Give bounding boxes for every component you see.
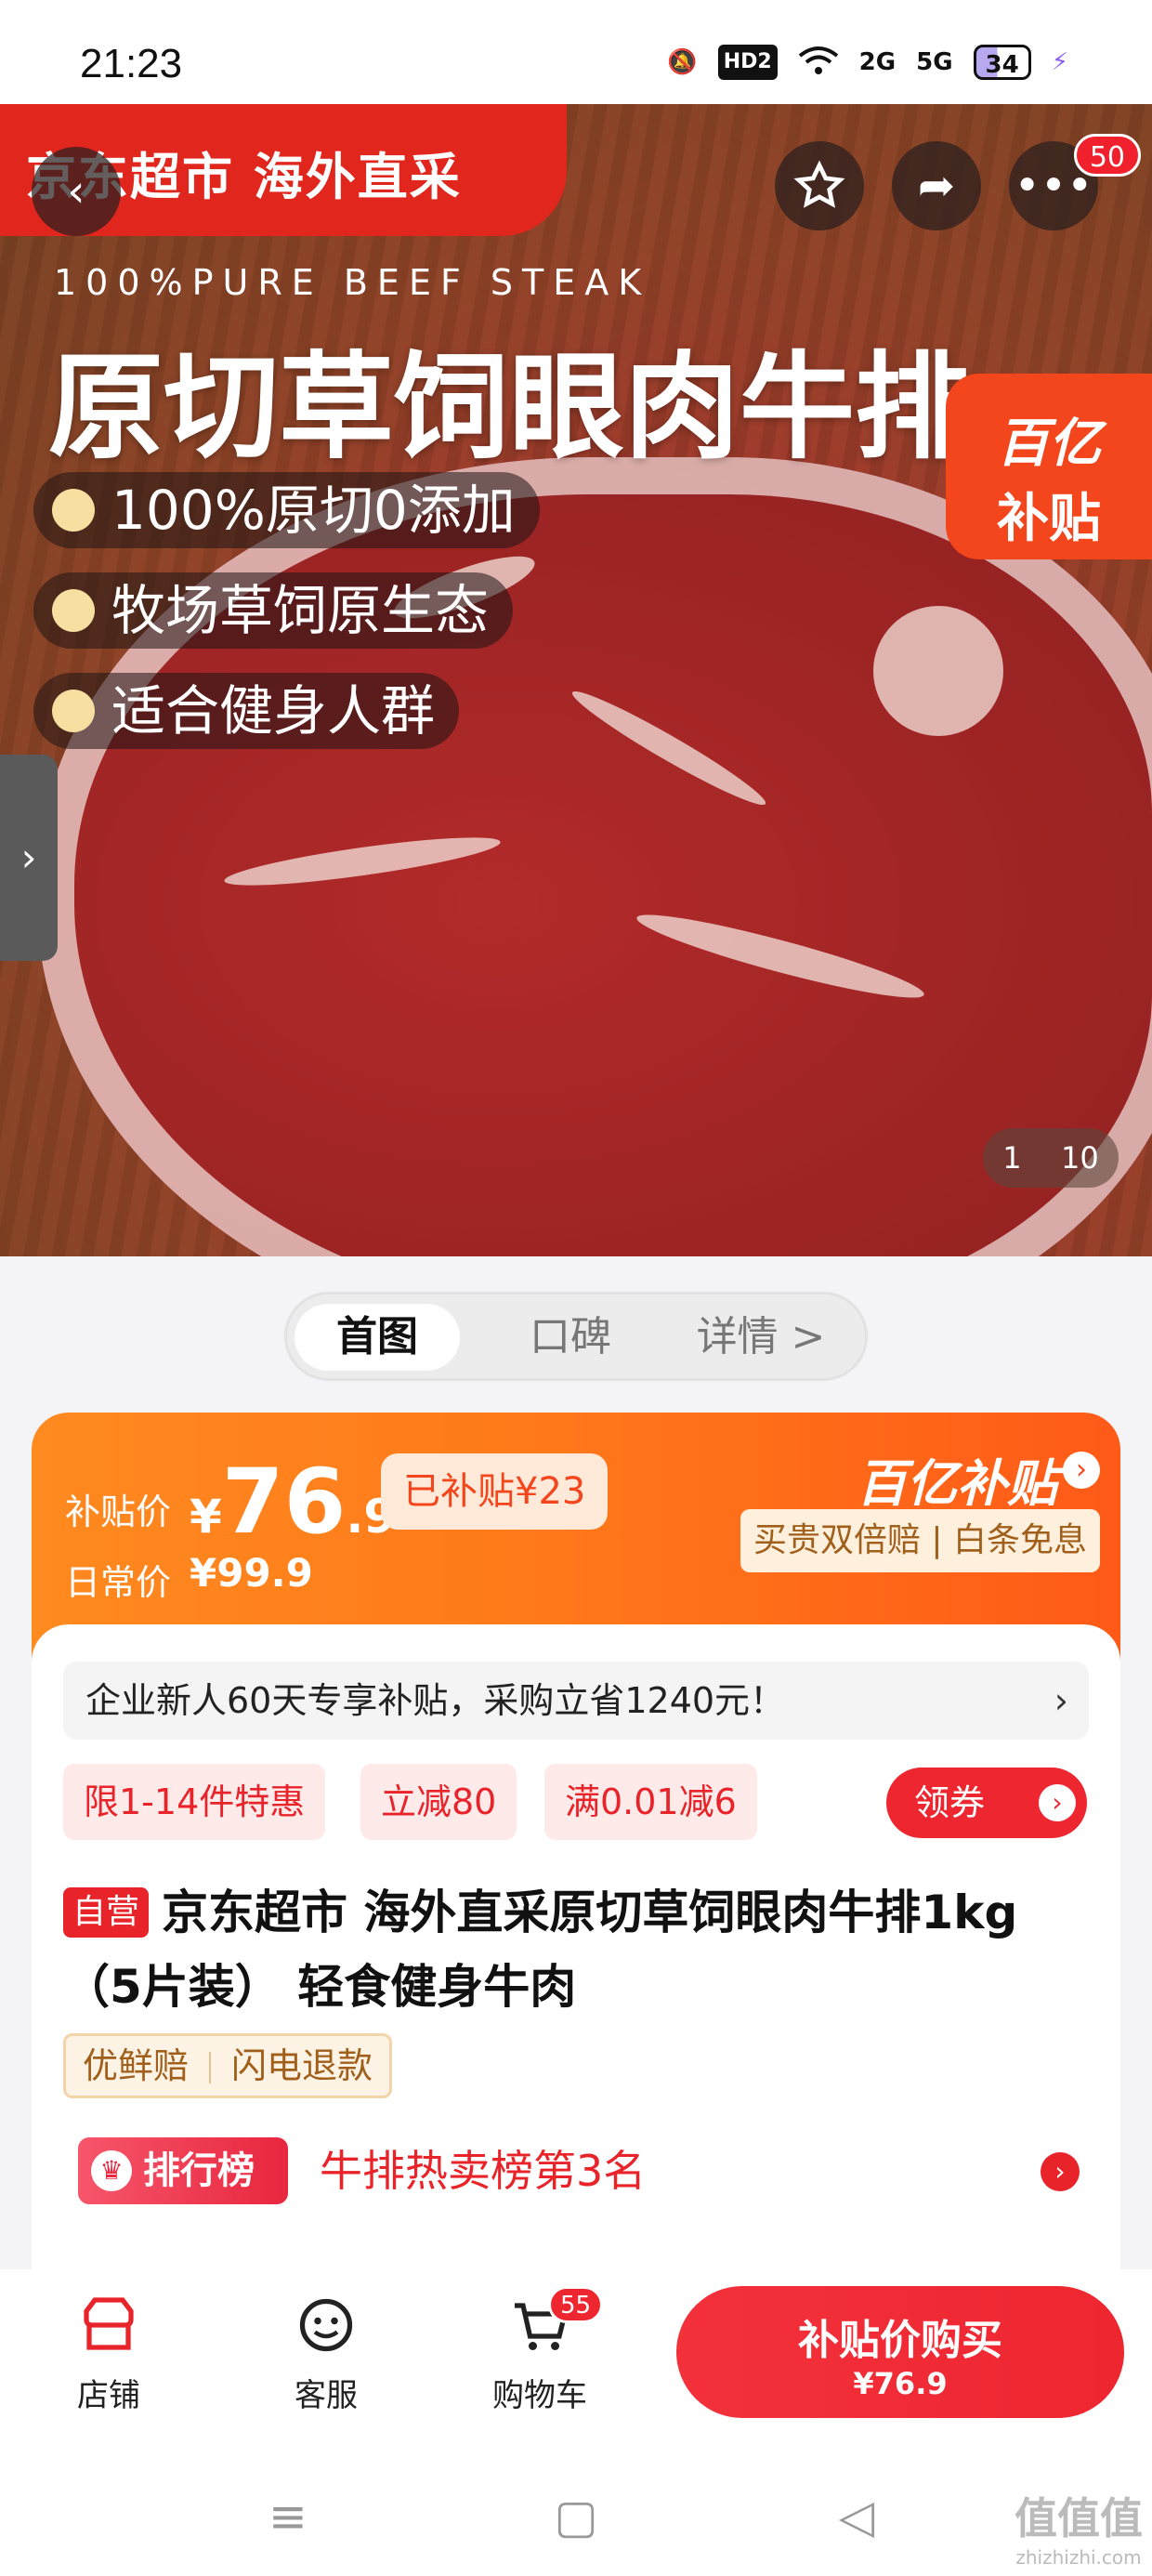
buy-now-button[interactable]: 补贴价购买 ¥76.9 [676, 2286, 1124, 2418]
product-image-carousel[interactable]: 京东超市 海外直采 ‹ ➦ ••• 50 100%PURE BEEF STEAK… [0, 104, 1152, 1256]
watermark: 值值值 zhizhizhi.com [1015, 2485, 1143, 2569]
chevron-right-icon[interactable]: › [1063, 1452, 1100, 1489]
service-item: 闪电退款 [231, 2045, 373, 2086]
battery-icon: 34 [973, 45, 1031, 80]
home-square-icon[interactable]: ▢ [548, 2489, 604, 2544]
hero-title: 原切草饲眼肉牛排 [48, 341, 971, 475]
status-icons: 🔕 HD2 2G 5G 34 ⚡ [667, 45, 1068, 80]
product-title: 自营 京东超市 海外直采原切草饲眼肉牛排1kg（5片装） 轻食健身牛肉 [63, 1875, 1085, 2024]
price-integer: 76 [221, 1450, 347, 1554]
product-page: 21:23 🔕 HD2 2G 5G 34 ⚡ 京东超市 海外直采 ‹ ➦ •••… [0, 0, 1152, 2576]
back-triangle-icon[interactable]: ◁ [829, 2489, 884, 2544]
promo-chip[interactable]: 满0.01减6 [544, 1764, 757, 1840]
promo-chip[interactable]: 立减80 [360, 1764, 517, 1840]
hd-icon: HD2 [717, 45, 778, 80]
store-icon [84, 2297, 134, 2350]
customer-service-button[interactable]: 客服 [256, 2292, 396, 2415]
status-time: 21:23 [80, 41, 183, 86]
promo-text: 企业新人60天专享补贴，采购立省1240元！ [85, 1680, 786, 1721]
2g-signal-icon: 2G [858, 48, 897, 76]
subsidized-amount-badge: 已补贴¥23 [381, 1453, 609, 1530]
chevron-right-icon: › [1054, 1680, 1068, 1721]
bullet-dot-icon [52, 489, 95, 532]
mute-icon: 🔕 [667, 48, 698, 76]
back-button[interactable]: ‹ [32, 147, 121, 236]
share-button[interactable]: ➦ [892, 141, 981, 230]
cart-count-badge: 55 [548, 2286, 604, 2323]
buy-button-label: 补贴价购买 [798, 2317, 1002, 2364]
subsidy-price-label: 补贴价 [65, 1492, 172, 1532]
chevron-right-icon: › [1039, 1784, 1076, 1821]
english-tagline: 100%PURE BEEF STEAK [54, 262, 651, 303]
wifi-icon [798, 45, 839, 80]
star-icon [793, 160, 845, 208]
subsidy-program-logo[interactable]: 百亿补贴 [857, 1442, 1057, 1516]
tab-main-image[interactable]: 首图 [295, 1304, 460, 1371]
regular-price: ¥99.9 [190, 1550, 313, 1596]
cart-label: 购物车 [492, 2377, 587, 2414]
side-drawer-handle[interactable]: › [0, 755, 58, 961]
watermark-url: zhizhizhi.com [1015, 2546, 1142, 2569]
ranking-badge[interactable]: ♛ 排行榜 [78, 2137, 288, 2204]
subsidy-price: ¥76.9 [190, 1450, 396, 1554]
promo-chip[interactable]: 限1-14件特惠 [63, 1764, 326, 1840]
image-total: 10 [1060, 1140, 1099, 1176]
bullet-dot-icon [52, 589, 95, 632]
subsidy-tag: 百亿 补贴 [946, 374, 1152, 559]
self-operated-tag: 自营 [63, 1887, 150, 1938]
product-info-card: 企业新人60天专享补贴，采购立省1240元！ › 限1-14件特惠 立减80 满… [32, 1624, 1120, 2275]
chevron-left-icon: ‹ [67, 165, 85, 217]
chat-face-icon [299, 2298, 353, 2352]
bullet-dot-icon [52, 690, 95, 732]
guarantee-badge: 买贵双倍赔 | 白条免息 [740, 1509, 1100, 1572]
favorite-button[interactable] [775, 141, 864, 230]
feature-text: 100%原切0添加 [111, 479, 516, 542]
message-count-badge: 50 [1073, 134, 1141, 177]
service-item: 优鲜赔 [83, 2045, 190, 2086]
system-nav-bar: ≡ ▢ ◁ 值值值 zhizhizhi.com [0, 2455, 1152, 2576]
feature-bullet: 牧场草饲原生态 [33, 572, 514, 649]
status-bar: 21:23 🔕 HD2 2G 5G 34 ⚡ [0, 0, 1152, 104]
bottom-action-bar: 店铺 客服 55 购物车 补贴价购买 ¥76.9 [0, 2269, 1152, 2455]
media-tabs: 首图 口碑 详情 > [284, 1292, 868, 1381]
subsidy-tag-line1: 百亿 [997, 414, 1101, 474]
subsidy-tag-line2: 补贴 [997, 489, 1101, 549]
trophy-icon: ♛ [91, 2150, 132, 2191]
enterprise-promo-bar[interactable]: 企业新人60天专享补贴，采购立省1240元！ › [63, 1662, 1089, 1740]
5g-signal-icon: 5G [916, 48, 953, 76]
feature-text: 牧场草饲原生态 [111, 579, 490, 642]
charging-icon: ⚡ [1051, 48, 1068, 76]
get-coupon-button[interactable]: 领券 › [886, 1768, 1087, 1838]
service-badges[interactable]: 优鲜赔 闪电退款 [63, 2033, 393, 2098]
tab-reviews[interactable]: 口碑 [491, 1304, 649, 1371]
regular-price-label: 日常价 [65, 1562, 172, 1603]
store-label: 店铺 [77, 2377, 140, 2414]
ranking-badge-label: 排行榜 [143, 2149, 255, 2192]
tab-details[interactable]: 详情 > [668, 1304, 854, 1371]
coupon-label: 领券 [914, 1782, 986, 1823]
share-icon: ➦ [917, 160, 956, 212]
feature-bullet: 100%原切0添加 [33, 472, 540, 548]
menu-icon[interactable]: ≡ [260, 2489, 316, 2544]
cart-button[interactable]: 55 购物车 [470, 2286, 609, 2415]
chevron-right-icon[interactable]: › [1041, 2152, 1080, 2191]
product-name: 京东超市 海外直采原切草饲眼肉牛排1kg（5片装） 轻食健身牛肉 [63, 1886, 1018, 2014]
feature-text: 适合健身人群 [111, 679, 436, 743]
feature-bullet: 适合健身人群 [33, 673, 460, 749]
buy-button-price: ¥76.9 [853, 2366, 948, 2401]
watermark-text: 值值值 [1015, 2493, 1143, 2543]
image-counter: 1 10 [983, 1128, 1119, 1188]
store-button[interactable]: 店铺 [39, 2292, 178, 2415]
price-yen: ¥ [190, 1490, 222, 1544]
ranking-text[interactable]: 牛排热卖榜第3名 [320, 2137, 646, 2204]
image-index: 1 [1002, 1140, 1022, 1176]
chevron-right-icon: › [20, 835, 37, 880]
service-label: 客服 [295, 2377, 358, 2414]
